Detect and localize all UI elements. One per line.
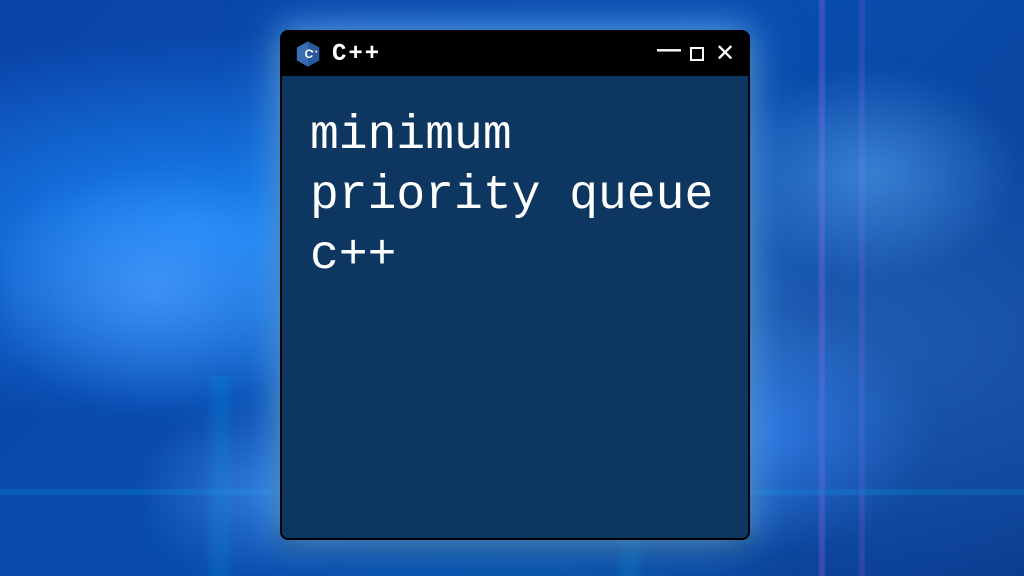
window-controls: — ✕ bbox=[658, 43, 736, 65]
maximize-button[interactable] bbox=[686, 43, 708, 65]
window-title: C++ bbox=[332, 41, 648, 68]
cpp-logo-icon: C + + bbox=[294, 40, 322, 68]
titlebar[interactable]: C + + C++ — ✕ bbox=[282, 32, 748, 76]
minimize-button[interactable]: — bbox=[658, 39, 680, 61]
close-button[interactable]: ✕ bbox=[714, 43, 736, 65]
terminal-window: C + + C++ — ✕ minimum priority queue c++ bbox=[280, 30, 750, 540]
svg-text:+: + bbox=[311, 49, 314, 55]
terminal-content: minimum priority queue c++ bbox=[282, 76, 748, 316]
svg-text:+: + bbox=[315, 49, 318, 55]
terminal-text: minimum priority queue c++ bbox=[310, 106, 720, 286]
